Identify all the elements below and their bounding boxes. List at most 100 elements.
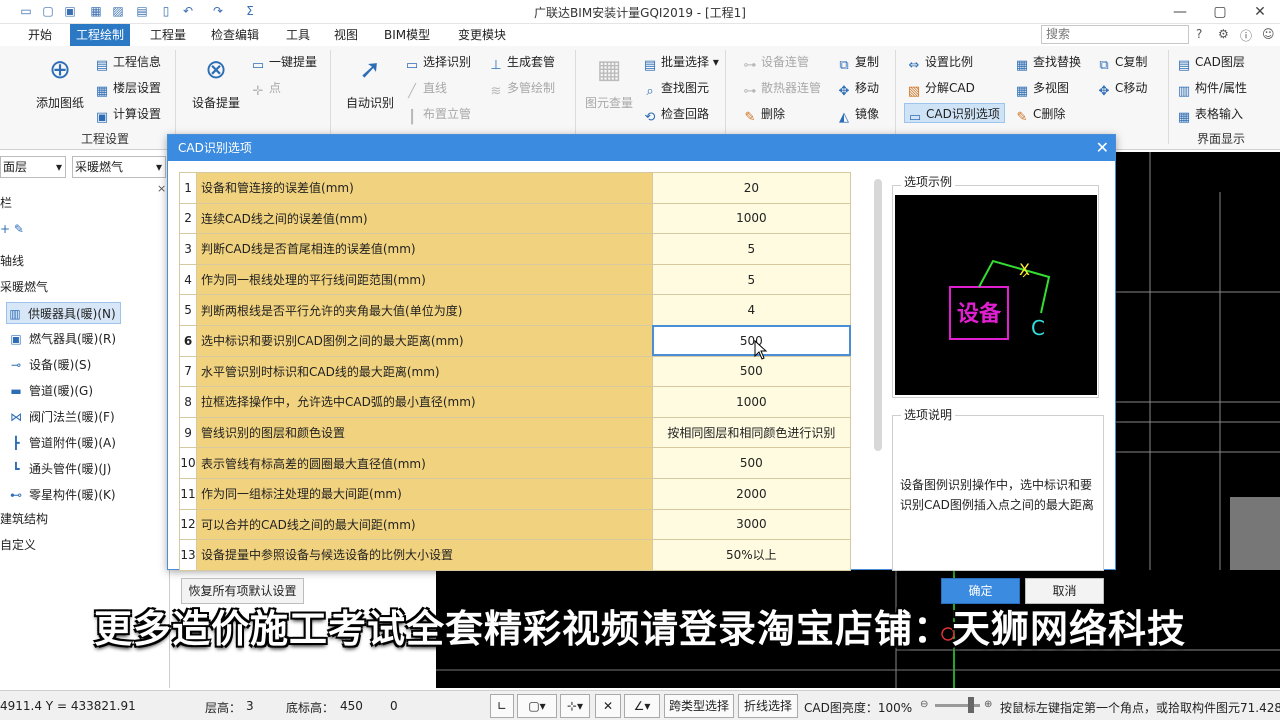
option-row[interactable]: 4 作为同一根线处理的平行线间距范围(mm) 5 [178, 263, 852, 296]
minimize-icon[interactable]: — [1160, 0, 1200, 24]
settings-icon[interactable]: ⚙ [1218, 27, 1229, 41]
floor-settings-button[interactable]: ▦ 楼层设置 [94, 78, 161, 99]
dialog-close-icon[interactable]: ✕ [1096, 135, 1109, 161]
option-row[interactable]: 8 拉框选择操作中，允许选中CAD弧的最小直径(mm) 1000 [178, 386, 852, 418]
move-button[interactable]: ✥ 移动 [836, 78, 879, 99]
calc-settings-button[interactable]: ▣ 计算设置 [94, 104, 161, 125]
brightness-slider-handle[interactable] [968, 697, 974, 713]
device-connect-button[interactable]: ⊶ 设备连管 [742, 52, 810, 73]
option-value[interactable]: 1000 [651, 202, 852, 235]
info-icon[interactable]: ⓘ [1240, 27, 1252, 44]
option-value[interactable]: 500 [651, 324, 852, 357]
mirror-button[interactable]: ◭ 镜像 [836, 104, 879, 125]
layer-combo[interactable]: 面层 ▾ [0, 156, 66, 178]
discipline-combo[interactable]: 采暖燃气 ▾ [72, 156, 166, 178]
tree-custom[interactable]: 自定义 [0, 534, 36, 556]
snap-icon[interactable]: ▢▾ [517, 694, 557, 718]
option-row[interactable]: 13 设备提量中参照设备与候选设备的比例大小设置 50%以上 [178, 539, 852, 571]
polyline-select-button[interactable]: 折线选择 [738, 694, 798, 718]
element-view-button[interactable]: ▦ 图元查量 [584, 52, 634, 111]
option-value[interactable]: 2000 [651, 477, 852, 510]
panel-close-icon[interactable]: × [157, 182, 166, 195]
gen-fittings-button[interactable]: ⊥ 生成套管 [488, 52, 555, 73]
option-value[interactable]: 按相同图层和相同颜色进行识别 [651, 416, 852, 449]
set-scale-button[interactable]: ⇔ 设置比例 [906, 52, 973, 73]
tree-heating-gas[interactable]: 采暖燃气 [0, 276, 48, 298]
menu-start[interactable]: 开始 [22, 24, 58, 46]
c-move-button[interactable]: ✥ C移动 [1096, 78, 1148, 99]
device-extract-button[interactable]: ⊗ 设备提量 [186, 52, 246, 111]
point-button[interactable]: ✛ 点 [250, 78, 281, 99]
cad-options-button[interactable]: ▭ CAD识别选项 [904, 103, 1005, 125]
option-row[interactable]: 5 判断两根线是否平行允许的夹角最大值(单位为度) 4 [178, 294, 852, 326]
option-row[interactable]: 9 管线识别的图层和颜色设置 按相同图层和相同颜色进行识别 [178, 416, 852, 449]
close-window-icon[interactable]: ✕ [1240, 0, 1280, 24]
option-value[interactable]: 50%以上 [651, 539, 852, 571]
brightness-plus-icon[interactable]: ⊕ [984, 699, 992, 710]
option-row[interactable]: 6 选中标识和要识别CAD图例之间的最大距离(mm) 500 [178, 324, 852, 357]
option-row[interactable]: 10 表示管线有标高差的圆圈最大直径值(mm) 500 [178, 447, 852, 479]
tree-item-gas-appliance[interactable]: ▣ 燃气器具(暖)(R) [8, 328, 116, 350]
tree-item-valve[interactable]: ⋈ 阀门法兰(暖)(F) [8, 406, 115, 428]
option-value[interactable]: 5 [651, 263, 852, 296]
menu-quantity[interactable]: 工程量 [144, 24, 192, 46]
option-value[interactable]: 5 [651, 233, 852, 265]
option-row[interactable]: 3 判断CAD线是否首尾相连的误差值(mm) 5 [178, 233, 852, 265]
search-input[interactable]: 搜索 [1041, 25, 1189, 44]
tree-building-structure[interactable]: 建筑结构 [0, 508, 48, 530]
menu-project-draw[interactable]: 工程绘制 [70, 24, 131, 46]
cross-type-select-button[interactable]: 跨类型选择 [664, 694, 734, 718]
option-row[interactable]: 7 水平管识别时标识和CAD线的最大距离(mm) 500 [178, 355, 852, 388]
decompose-cad-button[interactable]: ▧ 分解CAD [906, 78, 975, 99]
option-value[interactable]: 1000 [651, 386, 852, 418]
menu-tools[interactable]: 工具 [280, 24, 316, 46]
tree-item-pipe[interactable]: ▬ 管道(暖)(G) [8, 380, 93, 402]
one-click-extract-button[interactable]: ▭ 一键提量 [250, 52, 317, 73]
tree-item-misc[interactable]: ⊷ 零星构件(暖)(K) [8, 484, 116, 506]
add-icon[interactable]: + [0, 222, 10, 236]
straight-line-button[interactable]: ╱ 直线 [404, 78, 447, 99]
option-value[interactable]: 20 [651, 172, 852, 204]
component-attr-button[interactable]: ▥ 构件/属性 [1176, 78, 1247, 99]
cad-layer-button[interactable]: ▤ CAD图层 [1176, 52, 1245, 73]
maximize-icon[interactable]: ▢ [1200, 0, 1240, 24]
check-loop-button[interactable]: ⟲ 检查回路 [642, 104, 709, 125]
option-row[interactable]: 2 连续CAD线之间的误差值(mm) 1000 [178, 202, 852, 235]
tree-item-fitting[interactable]: ┗ 通头管件(暖)(J) [8, 458, 111, 480]
tree-item-pipe-accessory[interactable]: ┣ 管道附件(暖)(A) [8, 432, 116, 454]
batch-select-button[interactable]: ▤ 批量选择 ▾ [642, 52, 719, 73]
angle-icon[interactable]: ∠▾ [624, 694, 660, 718]
table-scrollbar[interactable] [874, 179, 882, 451]
add-drawing-button[interactable]: ⊕ 添加图纸 [30, 52, 90, 111]
c-delete-button[interactable]: ✎ C删除 [1014, 104, 1066, 125]
menu-bim-model[interactable]: BIM模型 [378, 24, 436, 46]
cross-icon[interactable]: ✕ [595, 694, 621, 718]
delete-button[interactable]: ✎ 删除 [742, 104, 785, 125]
multi-pipe-draw-button[interactable]: ≋ 多管绘制 [488, 78, 555, 99]
radiator-connect-button[interactable]: ⊶ 散热器连管 [742, 78, 822, 99]
ortho-icon[interactable]: ∟ [490, 694, 514, 718]
menu-change-module[interactable]: 变更模块 [452, 24, 512, 46]
multi-view-button[interactable]: ▦ 多视图 [1014, 78, 1069, 99]
project-info-button[interactable]: ▤ 工程信息 [94, 52, 161, 73]
edit-icon[interactable]: ✎ [14, 222, 24, 236]
menu-check-edit[interactable]: 检查编辑 [205, 24, 265, 46]
auto-recognize-button[interactable]: ➚ 自动识别 [342, 52, 398, 111]
option-value[interactable]: 4 [651, 294, 852, 326]
user-icon[interactable]: ☺ [1262, 27, 1275, 41]
option-value[interactable]: 500 [651, 447, 852, 479]
select-recognize-button[interactable]: ▭ 选择识别 [404, 52, 471, 73]
c-copy-button[interactable]: ⧉ C复制 [1096, 52, 1147, 73]
option-row[interactable]: 1 设备和管连接的误差值(mm) 20 [178, 172, 852, 204]
tree-item-radiator[interactable]: ▥ 供暖器具(暖)(N) [6, 302, 121, 324]
arrange-riser-button[interactable]: ┃ 布置立管 [404, 104, 471, 125]
help-icon[interactable]: ? [1196, 27, 1202, 41]
osnap-icon[interactable]: ⊹▾ [560, 694, 590, 718]
option-value[interactable]: 3000 [651, 508, 852, 541]
option-row[interactable]: 12 可以合并的CAD线之间的最大间距(mm) 3000 [178, 508, 852, 541]
table-input-button[interactable]: ▦ 表格输入 [1176, 104, 1243, 125]
tree-item-device[interactable]: ⊸ 设备(暖)(S) [8, 354, 91, 376]
menu-view[interactable]: 视图 [328, 24, 364, 46]
option-row[interactable]: 11 作为同一组标注处理的最大间距(mm) 2000 [178, 477, 852, 510]
option-value[interactable]: 500 [651, 355, 852, 388]
